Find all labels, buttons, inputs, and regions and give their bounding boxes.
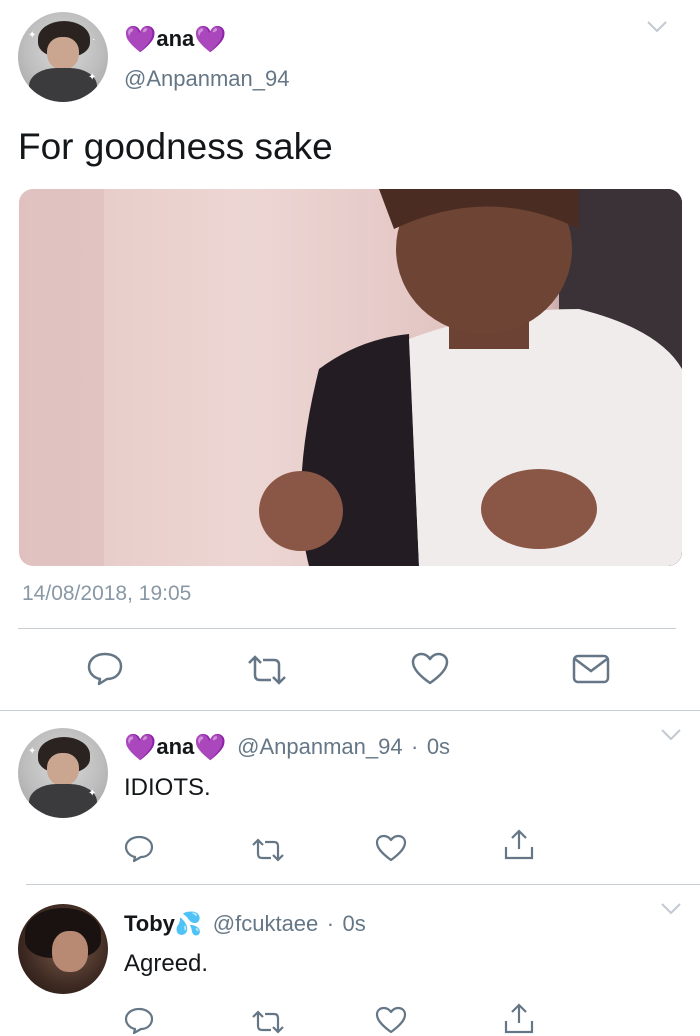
separator-dot: ·: [326, 911, 335, 936]
purple-heart-icon: 💜: [194, 732, 227, 762]
divider: [18, 628, 676, 629]
user-handle[interactable]: @Anpanman_94: [124, 66, 289, 92]
tweet-photo[interactable]: [19, 189, 682, 566]
reply-text: IDIOTS.: [124, 774, 211, 801]
sweat-droplets-icon: 💦: [174, 911, 203, 936]
like-icon[interactable]: [375, 1006, 407, 1034]
reply-header: Toby💦 @fcuktaee · 0s: [124, 911, 366, 937]
tweet-timestamp[interactable]: 14/08/2018, 19:05: [22, 582, 191, 606]
chevron-down-icon[interactable]: [660, 728, 682, 747]
share-icon[interactable]: [503, 829, 535, 861]
like-icon[interactable]: [411, 652, 449, 686]
divider: [0, 710, 700, 711]
tweet-text: For goodness sake: [18, 126, 333, 167]
avatar[interactable]: ✦ ✦ ·: [18, 12, 108, 102]
display-name[interactable]: 💜ana💜: [124, 734, 227, 760]
reply-header: 💜ana💜 @Anpanman_94 · 0s: [124, 734, 450, 760]
purple-heart-icon: 💜: [124, 24, 157, 54]
message-icon[interactable]: [572, 654, 610, 684]
display-name-text: ana: [156, 26, 195, 51]
display-name[interactable]: Toby💦: [124, 911, 202, 936]
separator-dot: ·: [411, 734, 419, 759]
share-icon[interactable]: [503, 1003, 535, 1035]
divider: [26, 884, 700, 885]
user-handle[interactable]: @fcuktaee: [213, 911, 319, 936]
reply-time[interactable]: 0s: [343, 911, 366, 936]
retweet-icon[interactable]: [245, 655, 289, 685]
display-name[interactable]: 💜ana💜: [124, 26, 227, 52]
reply-icon[interactable]: [86, 651, 124, 687]
reply-icon[interactable]: [124, 1006, 154, 1036]
user-handle[interactable]: @Anpanman_94: [237, 734, 402, 759]
like-icon[interactable]: [375, 834, 407, 862]
avatar[interactable]: [18, 904, 108, 994]
avatar[interactable]: ✦ ✦: [18, 728, 108, 818]
reply-icon[interactable]: [124, 834, 154, 864]
chevron-down-icon[interactable]: [660, 902, 682, 921]
purple-heart-icon: 💜: [124, 732, 157, 762]
retweet-icon[interactable]: [250, 1010, 286, 1034]
display-name-text: ana: [156, 734, 195, 759]
display-name-text: Toby: [124, 911, 175, 936]
retweet-icon[interactable]: [250, 838, 286, 862]
purple-heart-icon: 💜: [194, 24, 227, 54]
reply-text: Agreed.: [124, 950, 209, 977]
reply-time[interactable]: 0s: [427, 734, 450, 759]
chevron-down-icon[interactable]: [646, 20, 668, 39]
